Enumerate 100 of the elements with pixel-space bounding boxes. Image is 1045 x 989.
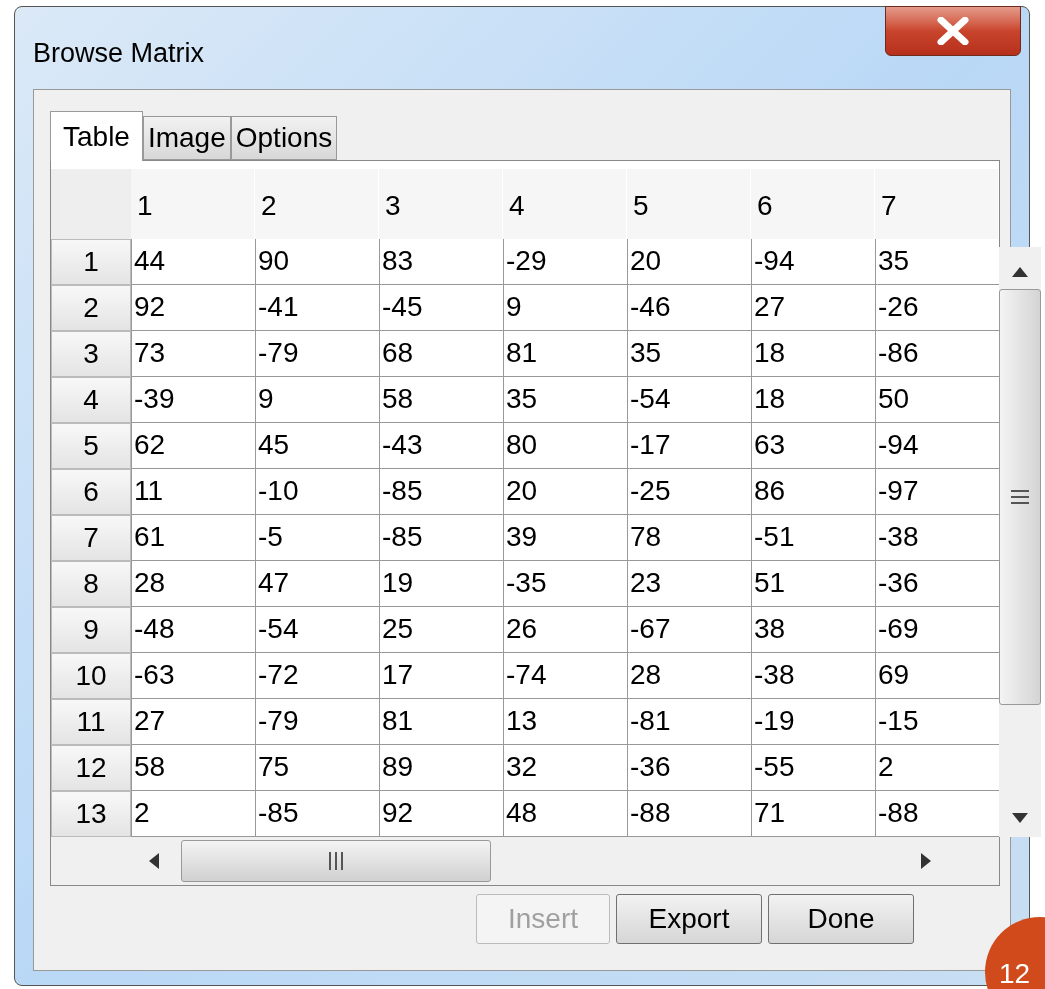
table-cell: -54 (255, 607, 379, 653)
row-header[interactable]: 10 (51, 653, 131, 699)
table-cell: -85 (379, 469, 503, 515)
scroll-thumb[interactable] (999, 289, 1041, 705)
column-header[interactable]: 7 (875, 169, 999, 239)
table-cell: 28 (131, 561, 255, 607)
table-cell: 44 (131, 239, 255, 285)
table-cell: -19 (751, 699, 875, 745)
table-cell: -5 (255, 515, 379, 561)
row-header[interactable]: 12 (51, 745, 131, 791)
table-cell: 75 (255, 745, 379, 791)
table-cell: 38 (751, 607, 875, 653)
row-header[interactable]: 13 (51, 791, 131, 837)
table-cell: 68 (379, 331, 503, 377)
table-cell: -25 (627, 469, 751, 515)
table-cell: -81 (627, 699, 751, 745)
table-cell: 51 (751, 561, 875, 607)
table-cell: 81 (379, 699, 503, 745)
table-cell: -38 (751, 653, 875, 699)
tab[interactable]: Options (230, 116, 338, 160)
table-cell: -48 (131, 607, 255, 653)
table-cell: 28 (627, 653, 751, 699)
row-header[interactable]: 3 (51, 331, 131, 377)
table-cell: 18 (751, 331, 875, 377)
table-cell: 92 (131, 285, 255, 331)
row-header[interactable]: 11 (51, 699, 131, 745)
table-cell: -39 (131, 377, 255, 423)
table-cell: -35 (503, 561, 627, 607)
scroll-thumb[interactable] (181, 840, 491, 882)
table-cell: 63 (751, 423, 875, 469)
column-header[interactable]: 2 (255, 169, 379, 239)
table-cell: 73 (131, 331, 255, 377)
column-header[interactable]: 3 (379, 169, 503, 239)
close-button[interactable] (885, 6, 1021, 56)
table-cell: 83 (379, 239, 503, 285)
table-cell: 17 (379, 653, 503, 699)
row-header[interactable]: 4 (51, 377, 131, 423)
column-header[interactable]: 5 (627, 169, 751, 239)
table-cell: -63 (131, 653, 255, 699)
scroll-down-icon[interactable] (1012, 813, 1028, 823)
table-cell: -79 (255, 699, 379, 745)
row-header[interactable]: 8 (51, 561, 131, 607)
table-cell: 9 (255, 377, 379, 423)
scroll-up-icon[interactable] (1012, 267, 1028, 277)
table-cell: 81 (503, 331, 627, 377)
table-cell: 27 (751, 285, 875, 331)
column-header[interactable]: 6 (751, 169, 875, 239)
table-cell: 19 (379, 561, 503, 607)
table-cell: -72 (255, 653, 379, 699)
column-header[interactable]: 4 (503, 169, 627, 239)
column-header[interactable]: 1 (131, 169, 255, 239)
table-cell: 18 (751, 377, 875, 423)
table-cell: -74 (503, 653, 627, 699)
table-cell: 32 (503, 745, 627, 791)
table-cell: 89 (379, 745, 503, 791)
table-cell: -54 (627, 377, 751, 423)
window-title: Browse Matrix (33, 37, 205, 70)
row-header[interactable]: 6 (51, 469, 131, 515)
table-cell: 58 (131, 745, 255, 791)
table-cell: 58 (379, 377, 503, 423)
table-cell: 39 (503, 515, 627, 561)
table-cell: -46 (627, 285, 751, 331)
table-cell: 35 (503, 377, 627, 423)
table-cell: -51 (751, 515, 875, 561)
table-cell: 78 (627, 515, 751, 561)
table-cell: -10 (255, 469, 379, 515)
table-cell: 86 (751, 469, 875, 515)
row-header[interactable]: 7 (51, 515, 131, 561)
grip-icon (329, 852, 343, 870)
table-cell: 23 (627, 561, 751, 607)
grip-icon (1011, 490, 1029, 504)
vertical-scrollbar[interactable] (999, 247, 1041, 837)
scroll-right-icon[interactable] (921, 853, 931, 869)
table-cell: -79 (255, 331, 379, 377)
scroll-left-icon[interactable] (149, 853, 159, 869)
tab[interactable]: Table (50, 111, 143, 161)
row-header[interactable]: 2 (51, 285, 131, 331)
table-cell: 13 (503, 699, 627, 745)
table-cell: -17 (627, 423, 751, 469)
table-cell: 20 (627, 239, 751, 285)
table-cell: 45 (255, 423, 379, 469)
table-cell: -45 (379, 285, 503, 331)
close-icon (936, 17, 970, 45)
row-header[interactable]: 9 (51, 607, 131, 653)
table-cell: -43 (379, 423, 503, 469)
table-cell: 61 (131, 515, 255, 561)
table-cell: 90 (255, 239, 379, 285)
table-cell: -94 (751, 239, 875, 285)
table-cell: -85 (379, 515, 503, 561)
table-cell: -29 (503, 239, 627, 285)
table-cell: 80 (503, 423, 627, 469)
row-header[interactable]: 1 (51, 239, 131, 285)
table-cell: -55 (751, 745, 875, 791)
dialog-button[interactable]: Done (768, 894, 914, 944)
tab[interactable]: Image (142, 116, 231, 160)
table-cell: 11 (131, 469, 255, 515)
dialog-button[interactable]: Export (616, 894, 762, 944)
table-cell: 9 (503, 285, 627, 331)
row-header[interactable]: 5 (51, 423, 131, 469)
table-cell: 47 (255, 561, 379, 607)
